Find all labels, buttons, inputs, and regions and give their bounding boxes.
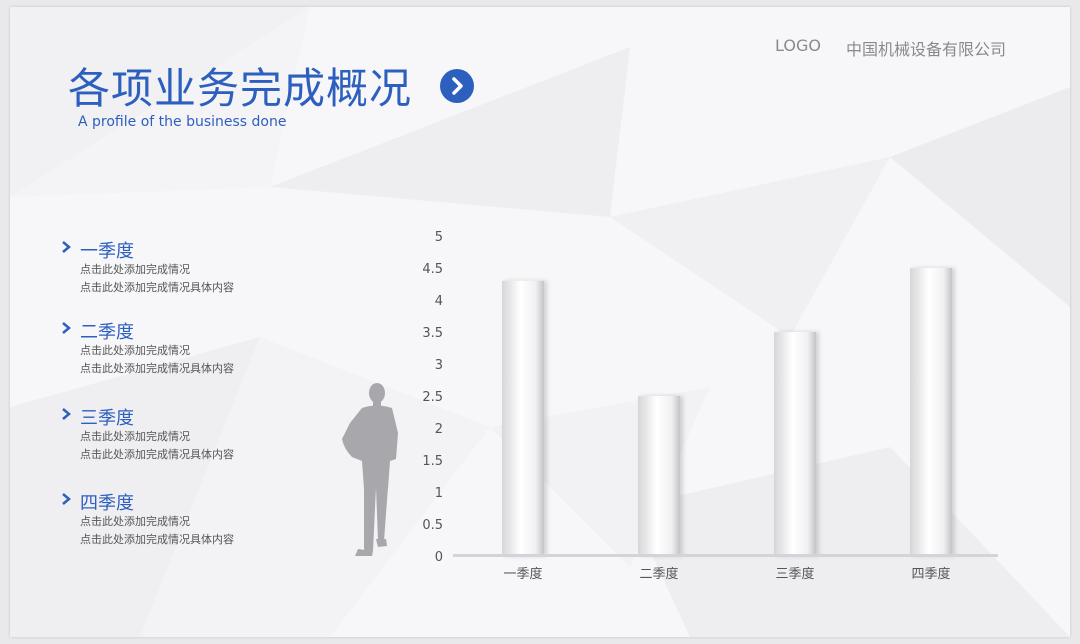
bar-series <box>502 268 952 556</box>
y-tick-label: 3 <box>435 358 443 373</box>
y-tick-label: 2 <box>435 422 443 437</box>
bar <box>910 268 952 556</box>
x-axis: 一季度 二季度 三季度 四季度 <box>503 566 950 582</box>
y-tick-label: 4.5 <box>422 262 443 277</box>
y-tick-label: 4 <box>435 294 443 309</box>
x-tick-label: 三季度 <box>775 566 814 582</box>
y-axis: 0 0.5 1 1.5 2 2.5 3 3.5 4 4.5 5 <box>422 230 443 565</box>
y-tick-label: 0.5 <box>422 518 443 533</box>
x-tick-label: 四季度 <box>911 566 950 582</box>
bar <box>502 280 544 556</box>
bar-chart: 0 0.5 1 1.5 2 2.5 3 3.5 4 4.5 5 一季度 二季度 三季度 四季度 <box>422 230 998 582</box>
y-tick-label: 3.5 <box>422 326 443 341</box>
y-tick-label: 5 <box>435 230 443 245</box>
y-tick-label: 2.5 <box>422 390 443 405</box>
y-tick-label: 1.5 <box>422 454 443 469</box>
y-tick-label: 1 <box>435 486 443 501</box>
y-tick-label: 0 <box>435 550 443 565</box>
bar <box>774 332 816 556</box>
x-axis-line <box>453 554 998 557</box>
bar <box>638 396 680 556</box>
slide: 各项业务完成概况 A profile of the business done … <box>10 7 1070 637</box>
x-tick-label: 二季度 <box>639 566 678 582</box>
x-tick-label: 一季度 <box>503 566 542 582</box>
